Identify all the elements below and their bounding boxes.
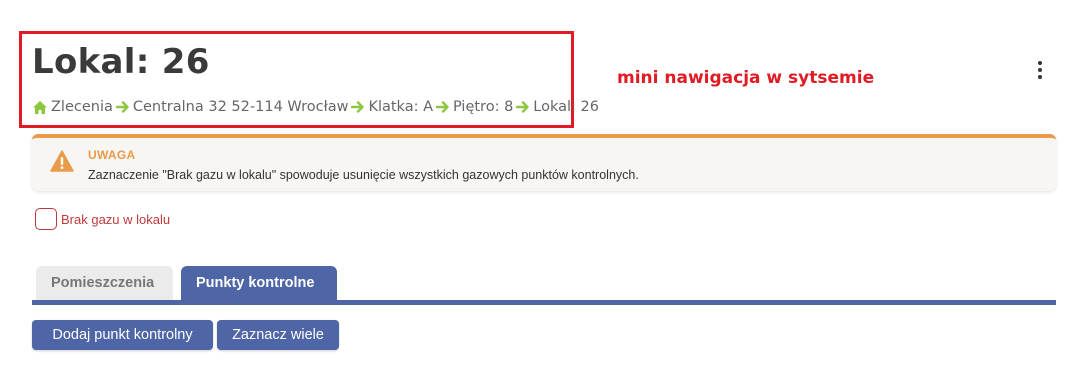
arrow-right-icon <box>351 101 365 113</box>
warning-alert: UWAGA Zaznaczenie "Brak gazu w lokalu" s… <box>32 134 1056 191</box>
kebab-menu-icon[interactable] <box>1031 59 1049 81</box>
tab-punkty-kontrolne[interactable]: Punkty kontrolne <box>181 266 337 300</box>
page-title: Lokal: 26 <box>32 42 210 82</box>
alert-title: UWAGA <box>88 148 136 162</box>
alert-message: Zaznaczenie "Brak gazu w lokalu" spowodu… <box>88 168 639 182</box>
no-gas-checkbox-label[interactable]: Brak gazu w lokalu <box>61 212 170 227</box>
arrow-right-icon <box>436 101 450 113</box>
add-checkpoint-button[interactable]: Dodaj punkt kontrolny <box>32 320 213 350</box>
annotation-text: mini nawigacja w sytsemie <box>617 68 875 88</box>
arrow-right-icon <box>115 101 130 113</box>
breadcrumb-item-pietro[interactable]: Piętro: 8 <box>453 99 513 115</box>
select-many-button[interactable]: Zaznacz wiele <box>217 320 339 350</box>
breadcrumb: Zlecenia Centralna 32 52-114 Wrocław Kla… <box>32 99 599 115</box>
breadcrumb-item-zlecenia[interactable]: Zlecenia <box>51 99 113 115</box>
warning-icon <box>50 150 74 177</box>
tab-bar: Pomieszczenia Punkty kontrolne <box>36 266 337 300</box>
tab-underline <box>32 300 1056 305</box>
breadcrumb-item-lokal: Lokal: 26 <box>533 99 599 115</box>
tab-pomieszczenia[interactable]: Pomieszczenia <box>36 266 173 300</box>
arrow-right-icon <box>516 101 530 113</box>
no-gas-checkbox[interactable] <box>35 208 57 230</box>
breadcrumb-item-klatka[interactable]: Klatka: A <box>368 99 433 115</box>
home-icon[interactable] <box>32 100 48 115</box>
no-gas-checkbox-row[interactable]: Brak gazu w lokalu <box>35 208 170 230</box>
breadcrumb-item-address[interactable]: Centralna 32 52-114 Wrocław <box>133 99 349 115</box>
